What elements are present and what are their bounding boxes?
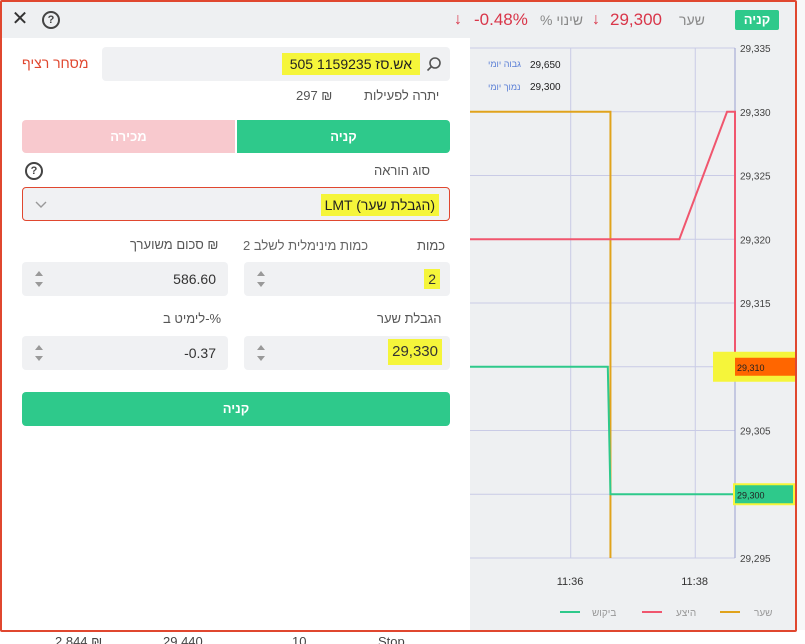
bg-cell-amount: 2,844 ₪ (55, 634, 103, 644)
order-type-value: LMT (הגבלת שער) (320, 194, 439, 216)
estimated-amount-stepper[interactable]: 586.60 (22, 262, 228, 296)
x-tick-label: 11:36 (557, 576, 584, 588)
search-icon (426, 57, 441, 72)
rate-value: 29,300 (610, 10, 662, 29)
daily-high-value: 29,650 (530, 60, 561, 71)
price-chart: 29,335 29,330 29,325 29,320 29,315 29,310 29,3… (470, 38, 795, 630)
quantity-stepper[interactable]: 2 (244, 262, 450, 296)
y-tick-label: 29,330 (740, 108, 771, 119)
estimated-amount-label: סכום משוערך ₪ (130, 237, 219, 252)
legend-label: שער (754, 608, 772, 619)
limit-percent-stepper[interactable]: -0.37 (22, 336, 228, 370)
security-search-input[interactable]: אש.סז 1159235 505 (102, 47, 450, 81)
price-limit-stepper[interactable]: 29,330 (244, 336, 450, 370)
continuous-trading-link[interactable]: מסחר רציף (22, 55, 88, 71)
close-icon[interactable]: ✕ (11, 9, 29, 29)
estimated-amount-value: 586.60 (173, 271, 216, 287)
legend-label: היצע (676, 608, 696, 619)
security-search-value: אש.סז 1159235 505 (281, 53, 420, 75)
price-limit-label: הגבלת שער (377, 311, 442, 326)
order-dialog: ✕ ? קניה שער 29,300 ↓ % שינוי -0.48% ↓ מ… (0, 0, 797, 632)
help-icon[interactable]: ? (25, 162, 43, 180)
change-value: -0.48% (474, 10, 528, 29)
y-tick-label: 29,295 (740, 554, 771, 565)
quantity-value: 2 (424, 269, 440, 289)
dialog-header: ✕ ? קניה שער 29,300 ↓ % שינוי -0.48% ↓ (2, 2, 795, 38)
y-tick-label: 29,315 (740, 299, 771, 310)
bg-cell-qty: 10 (292, 634, 307, 644)
stepper-arrows-icon[interactable] (256, 270, 266, 288)
quantity-label: כמות (417, 238, 446, 253)
rate-label: שער (679, 12, 705, 28)
order-type-label: סוג הוראה (374, 163, 430, 178)
background-table-row: 2,844 ₪ 29,440 10 Stop (0, 630, 805, 644)
limit-percent-label: לימיט ב-% (163, 311, 222, 326)
arrow-down-icon: ↓ (592, 11, 600, 28)
buy-badge: קניה (735, 10, 779, 30)
daily-low-label: נמוך יומי (488, 82, 521, 92)
order-form: מסחר רציף אש.סז 1159235 505 יתרה לפעילות… (2, 38, 470, 630)
stepper-arrows-icon[interactable] (34, 344, 44, 362)
y-tick-label: 29,325 (740, 172, 771, 183)
stepper-arrows-icon[interactable] (34, 270, 44, 288)
bid-marker-label: 29,300 (737, 490, 765, 500)
submit-buy-button[interactable]: קניה (22, 392, 450, 426)
order-type-select[interactable]: LMT (הגבלת שער) (22, 187, 450, 221)
y-tick-label: 29,305 (740, 427, 771, 438)
price-chart-svg: 29,335 29,330 29,325 29,320 29,315 29,310 29,3… (470, 44, 795, 619)
chevron-down-icon (35, 201, 47, 208)
min-quantity-label: כמות מינימלית לשלב 2 (243, 238, 369, 253)
stepper-arrows-icon[interactable] (256, 344, 266, 362)
change-label: % שינוי (540, 12, 583, 28)
tab-buy[interactable]: קניה (237, 120, 450, 153)
daily-low-value: 29,300 (530, 82, 561, 93)
x-tick-label: 11:38 (681, 576, 708, 588)
arrow-down-icon: ↓ (454, 11, 462, 28)
bg-cell-price: 29,440 (163, 634, 203, 644)
price-limit-value: 29,330 (388, 339, 442, 365)
balance-label: יתרה לפעילות (364, 88, 440, 103)
limit-percent-value: -0.37 (184, 345, 216, 361)
help-icon[interactable]: ? (42, 11, 60, 29)
legend-label: ביקוש (592, 608, 616, 619)
bg-cell-type: Stop (378, 634, 405, 644)
tab-sell[interactable]: מכירה (22, 120, 235, 153)
balance-value: 297 ₪ (296, 88, 333, 103)
daily-high-label: גבוה יומי (488, 59, 521, 69)
side-toggle: מכירה קניה (22, 120, 450, 153)
y-tick-label: 29,320 (740, 235, 771, 246)
ask-marker-label: 29,310 (737, 363, 765, 373)
y-tick-label: 29,335 (740, 44, 771, 55)
